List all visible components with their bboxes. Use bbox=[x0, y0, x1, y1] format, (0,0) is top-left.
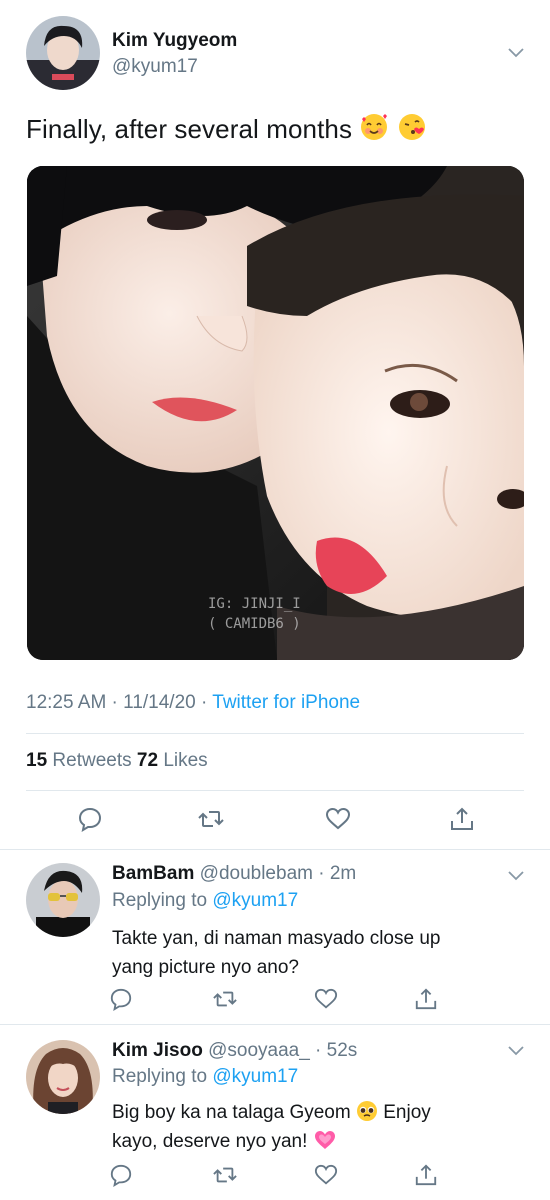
replying-to: Replying to @kyum17 bbox=[112, 890, 298, 912]
reply-author-handle[interactable]: @doublebam · 2m bbox=[194, 863, 357, 884]
reply-text: Big boy ka na talaga Gyeom Enjoy kayo, d… bbox=[112, 1098, 512, 1156]
watermark-line2: ( CAMIDB6 ) bbox=[208, 616, 301, 632]
reply-text-line2: kayo, deserve nyo yan! bbox=[112, 1127, 512, 1156]
retweet-icon[interactable] bbox=[213, 1163, 237, 1187]
retweets-label[interactable]: Retweets bbox=[47, 750, 137, 771]
share-icon[interactable] bbox=[449, 806, 475, 832]
tweet-photo[interactable] bbox=[27, 166, 524, 660]
replying-to-mention[interactable]: @kyum17 bbox=[212, 1066, 298, 1087]
reply-text: Takte yan, di naman masyado close up yan… bbox=[112, 924, 492, 982]
reply-author-bambam[interactable]: BamBam @doublebam · 2m bbox=[112, 863, 356, 885]
reply-author-jisoo[interactable]: Kim Jisoo @sooyaaa_ · 52s bbox=[112, 1040, 357, 1062]
photo-watermark: IG: JINJI_I ( CAMIDB6 ) bbox=[208, 594, 301, 634]
chevron-down-icon[interactable] bbox=[506, 1044, 526, 1058]
like-icon[interactable] bbox=[314, 987, 338, 1011]
replying-to-mention[interactable]: @kyum17 bbox=[212, 890, 298, 911]
chevron-down-icon[interactable] bbox=[506, 869, 526, 883]
reply-avatar-bambam[interactable] bbox=[26, 863, 100, 937]
pleading-face-icon bbox=[356, 1101, 377, 1121]
retweet-icon[interactable] bbox=[213, 987, 237, 1011]
tweet-text: Finally, after several months bbox=[26, 112, 427, 145]
reply-icon[interactable] bbox=[109, 1163, 133, 1187]
divider bbox=[26, 733, 524, 734]
reply-author-name[interactable]: Kim Jisoo bbox=[112, 1040, 203, 1061]
tweet-timestamp: 12:25 AM · 11/14/20 · Twitter for iPhone bbox=[26, 692, 360, 714]
likes-label[interactable]: Likes bbox=[158, 750, 207, 771]
reply-icon[interactable] bbox=[109, 987, 133, 1011]
share-icon[interactable] bbox=[414, 1163, 438, 1187]
reply-text-line1-after: Enjoy bbox=[377, 1102, 431, 1123]
divider bbox=[0, 1024, 550, 1025]
retweets-count[interactable]: 15 bbox=[26, 750, 47, 771]
replying-to-label: Replying to bbox=[112, 890, 213, 911]
tweet-time: 12:25 AM · 11/14/20 · bbox=[26, 692, 213, 713]
smiling-face-with-hearts-icon bbox=[361, 114, 388, 140]
share-icon[interactable] bbox=[414, 987, 438, 1011]
reply-text-line1-body: Big boy ka na talaga Gyeom bbox=[112, 1102, 351, 1123]
author-handle[interactable]: @kyum17 bbox=[112, 56, 198, 78]
tweet-stats: 15 Retweets 72 Likes bbox=[26, 750, 208, 772]
author-name[interactable]: Kim Yugyeom bbox=[112, 30, 237, 52]
divider bbox=[0, 849, 550, 850]
author-avatar[interactable] bbox=[26, 16, 100, 90]
like-icon[interactable] bbox=[325, 806, 351, 832]
reply-text-line2-body: kayo, deserve nyo yan! bbox=[112, 1131, 313, 1152]
reply-text-line1: Big boy ka na talaga Gyeom Enjoy bbox=[112, 1098, 512, 1127]
face-blowing-kiss-icon bbox=[398, 114, 425, 140]
retweet-icon[interactable] bbox=[198, 806, 224, 832]
tweet-text-body: Finally, after several months bbox=[26, 114, 353, 144]
likes-count[interactable]: 72 bbox=[137, 750, 158, 771]
reply-author-name[interactable]: BamBam bbox=[112, 863, 194, 884]
divider bbox=[26, 790, 524, 791]
chevron-down-icon[interactable] bbox=[506, 46, 526, 60]
reply-icon[interactable] bbox=[77, 806, 103, 832]
reply-author-handle[interactable]: @sooyaaa_ · 52s bbox=[203, 1040, 357, 1061]
reply-avatar-jisoo[interactable] bbox=[26, 1040, 100, 1114]
reply-text-line1: Takte yan, di naman masyado close up bbox=[112, 928, 441, 949]
watermark-line1: IG: JINJI_I bbox=[208, 596, 301, 612]
replying-to-label: Replying to bbox=[112, 1066, 213, 1087]
like-icon[interactable] bbox=[314, 1163, 338, 1187]
growing-heart-icon bbox=[314, 1131, 335, 1149]
tweet-source-link[interactable]: Twitter for iPhone bbox=[212, 692, 360, 713]
replying-to: Replying to @kyum17 bbox=[112, 1066, 298, 1088]
reply-text-line2: yang picture nyo ano? bbox=[112, 957, 299, 978]
